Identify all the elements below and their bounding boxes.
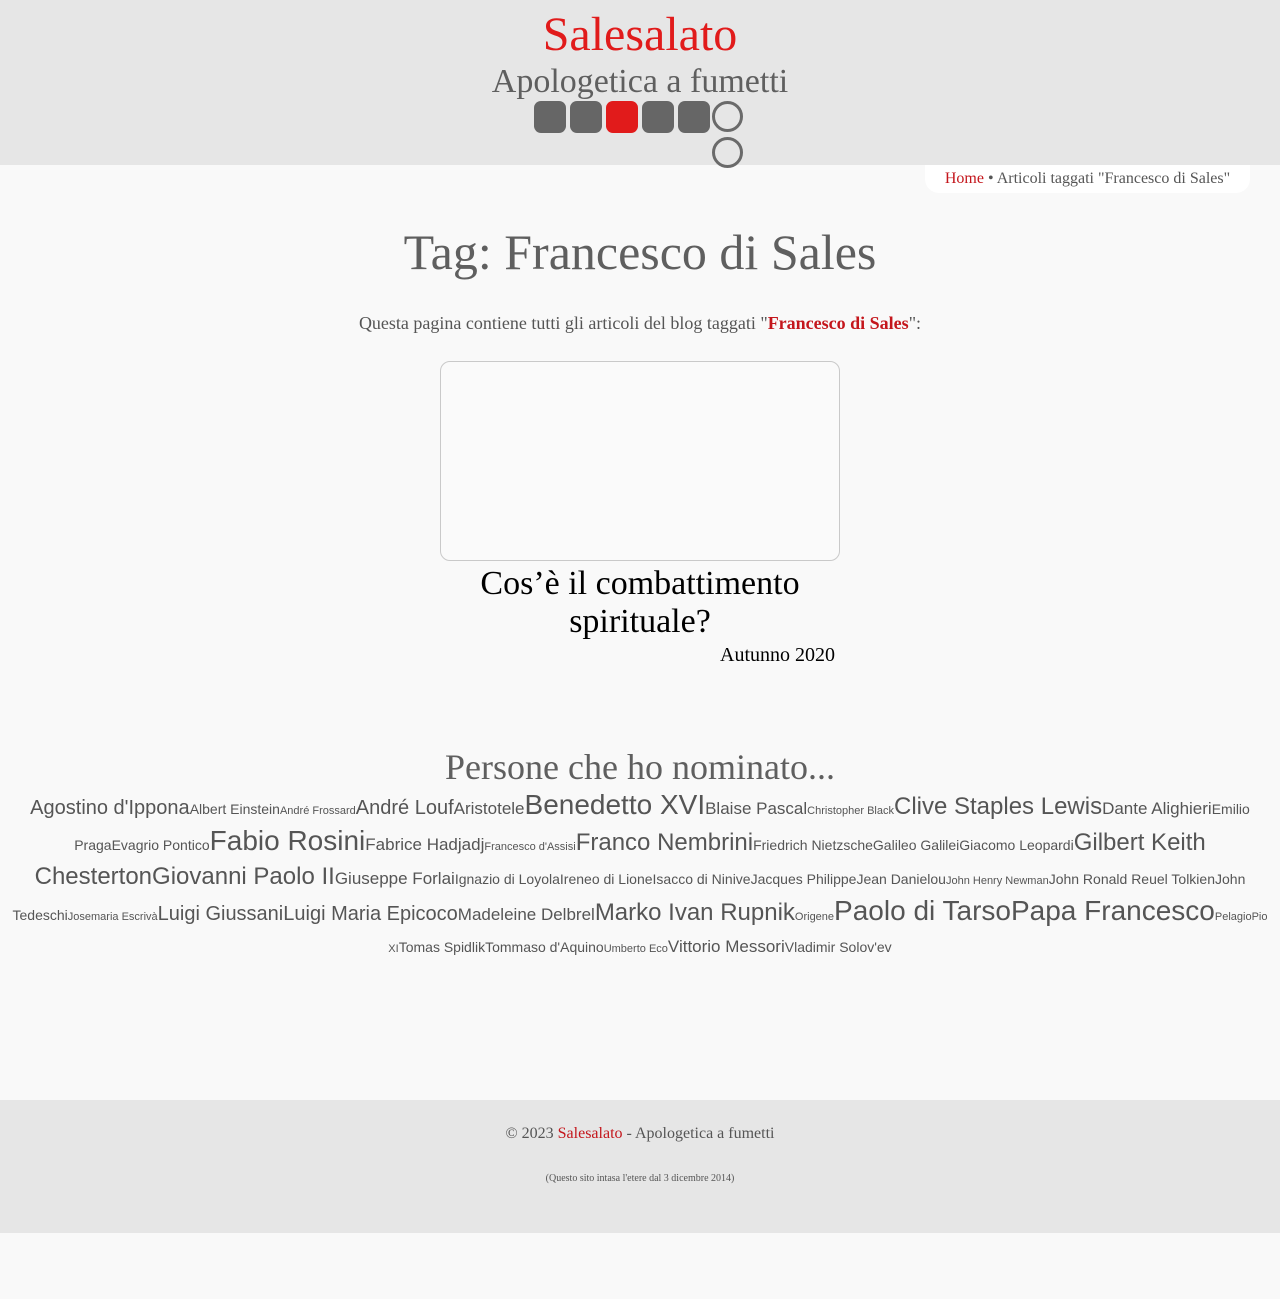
tag-link[interactable]: Dante Alighieri [1102, 799, 1212, 818]
post-title[interactable]: Cos’è il combattimento spirituale? [440, 565, 840, 641]
tag-link[interactable]: Jean Danielou [856, 871, 946, 887]
tag-link[interactable]: Friedrich Nietzsche [753, 837, 873, 853]
footer-copyright: © 2023 Salesalato - Apologetica a fumett… [0, 1124, 1280, 1144]
footer-site-link[interactable]: Salesalato [558, 1125, 623, 1142]
intro-text: Questa pagina contiene tutti gli articol… [0, 311, 1280, 335]
tag-cloud: Agostino d'IpponaAlbert EinsteinAndré Fr… [0, 790, 1280, 964]
site-header: Salesalato Apologetica a fumetti [0, 0, 1280, 168]
tag-link[interactable]: Francesco d'Assisi [484, 841, 575, 853]
copyright-prefix: © 2023 [505, 1125, 558, 1142]
footer-since-note: (Questo sito intasa l'etere dal 3 dicemb… [545, 1173, 735, 1184]
tag-link[interactable]: Franco Nembrini [576, 829, 753, 856]
tag-link[interactable]: John Henry Newman [946, 875, 1049, 887]
nav-square-3-active[interactable] [606, 101, 638, 133]
tag-link[interactable]: Paolo di Tarso [834, 895, 1011, 926]
tag-link[interactable]: André Frossard [280, 805, 356, 817]
intro-after: ": [908, 313, 922, 333]
tag-link[interactable]: Luigi Maria Epicoco [283, 903, 458, 925]
tag-link[interactable]: Umberto Eco [604, 943, 668, 955]
tag-link[interactable]: Giovanni Paolo II [152, 863, 335, 890]
tag-link[interactable]: Vladimir Solov'ev [785, 939, 892, 955]
people-title: Persone che ho nominato... [445, 747, 835, 787]
post-date: Autunno 2020 [720, 644, 835, 666]
tag-link[interactable]: Marko Ivan Rupnik [595, 899, 795, 926]
breadcrumb: Home • Articoli taggati "Francesco di Sa… [925, 165, 1250, 193]
tag-link[interactable]: Clive Staples Lewis [894, 793, 1102, 820]
site-subtitle: Apologetica a fumetti [491, 63, 789, 100]
nav-square-5[interactable] [678, 101, 710, 133]
nav-circle-top[interactable] [712, 101, 743, 132]
tag-link[interactable]: Pelagio [1215, 911, 1252, 923]
tag-link[interactable]: Tomas Spidlik [399, 939, 485, 955]
breadcrumb-current: Articoli taggati "Francesco di Sales" [996, 170, 1231, 187]
tag-link[interactable]: Galileo Galilei [873, 837, 959, 853]
tag-link[interactable]: Ignazio di Loyola [455, 871, 560, 887]
tag-link[interactable]: Evagrio Pontico [112, 837, 210, 853]
post-card: Cos’è il combattimento spirituale? Autun… [440, 361, 840, 667]
nav-square-2[interactable] [570, 101, 602, 133]
tag-link[interactable]: André Louf [356, 797, 454, 819]
post-thumbnail[interactable] [440, 361, 840, 561]
tag-link[interactable]: Papa Francesco [1011, 895, 1215, 926]
breadcrumb-home-link[interactable]: Home [945, 170, 984, 187]
tag-link[interactable]: Josemaria Escrivà [68, 911, 158, 923]
tag-link[interactable]: Agostino d'Ippona [30, 797, 190, 819]
tag-link[interactable]: Benedetto XVI [525, 789, 706, 820]
nav-square-1[interactable] [534, 101, 566, 133]
site-footer: © 2023 Salesalato - Apologetica a fumett… [0, 1100, 1280, 1233]
intro-before: Questa pagina contiene tutti gli articol… [358, 313, 768, 333]
page-title: Tag: Francesco di Sales [403, 224, 877, 280]
tag-link[interactable]: Giuseppe Forlai [335, 869, 455, 888]
tag-link[interactable]: Christopher Black [807, 805, 894, 817]
nav-circle-bottom[interactable] [712, 137, 743, 168]
nav-square-4[interactable] [642, 101, 674, 133]
tag-link[interactable]: Origene [795, 911, 834, 923]
tag-link[interactable]: Fabrice Hadjadj [365, 835, 484, 854]
tag-link[interactable]: Luigi Giussani [158, 903, 284, 925]
breadcrumb-separator: • [987, 170, 994, 187]
tag-link[interactable]: Giacomo Leopardi [959, 837, 1073, 853]
tag-link[interactable]: John Ronald Reuel Tolkien [1049, 871, 1215, 887]
tag-link[interactable]: Fabio Rosini [210, 825, 366, 856]
tag-link[interactable]: Isacco di Ninive [653, 871, 751, 887]
tag-link[interactable]: Albert Einstein [190, 801, 280, 817]
site-title[interactable]: Salesalato [0, 8, 1280, 62]
intro-tag: Francesco di Sales [767, 313, 909, 333]
tag-link[interactable]: Aristotele [454, 799, 525, 818]
tag-link[interactable]: Vittorio Messori [668, 937, 785, 956]
copyright-suffix: - Apologetica a fumetti [622, 1125, 775, 1142]
tag-link[interactable]: Tommaso d'Aquino [485, 939, 604, 955]
tag-link[interactable]: Madeleine Delbrel [458, 905, 595, 924]
tag-link[interactable]: Blaise Pascal [705, 799, 807, 818]
tag-link[interactable]: Jacques Philippe [751, 871, 857, 887]
tag-link[interactable]: Ireneo di Lione [560, 871, 653, 887]
